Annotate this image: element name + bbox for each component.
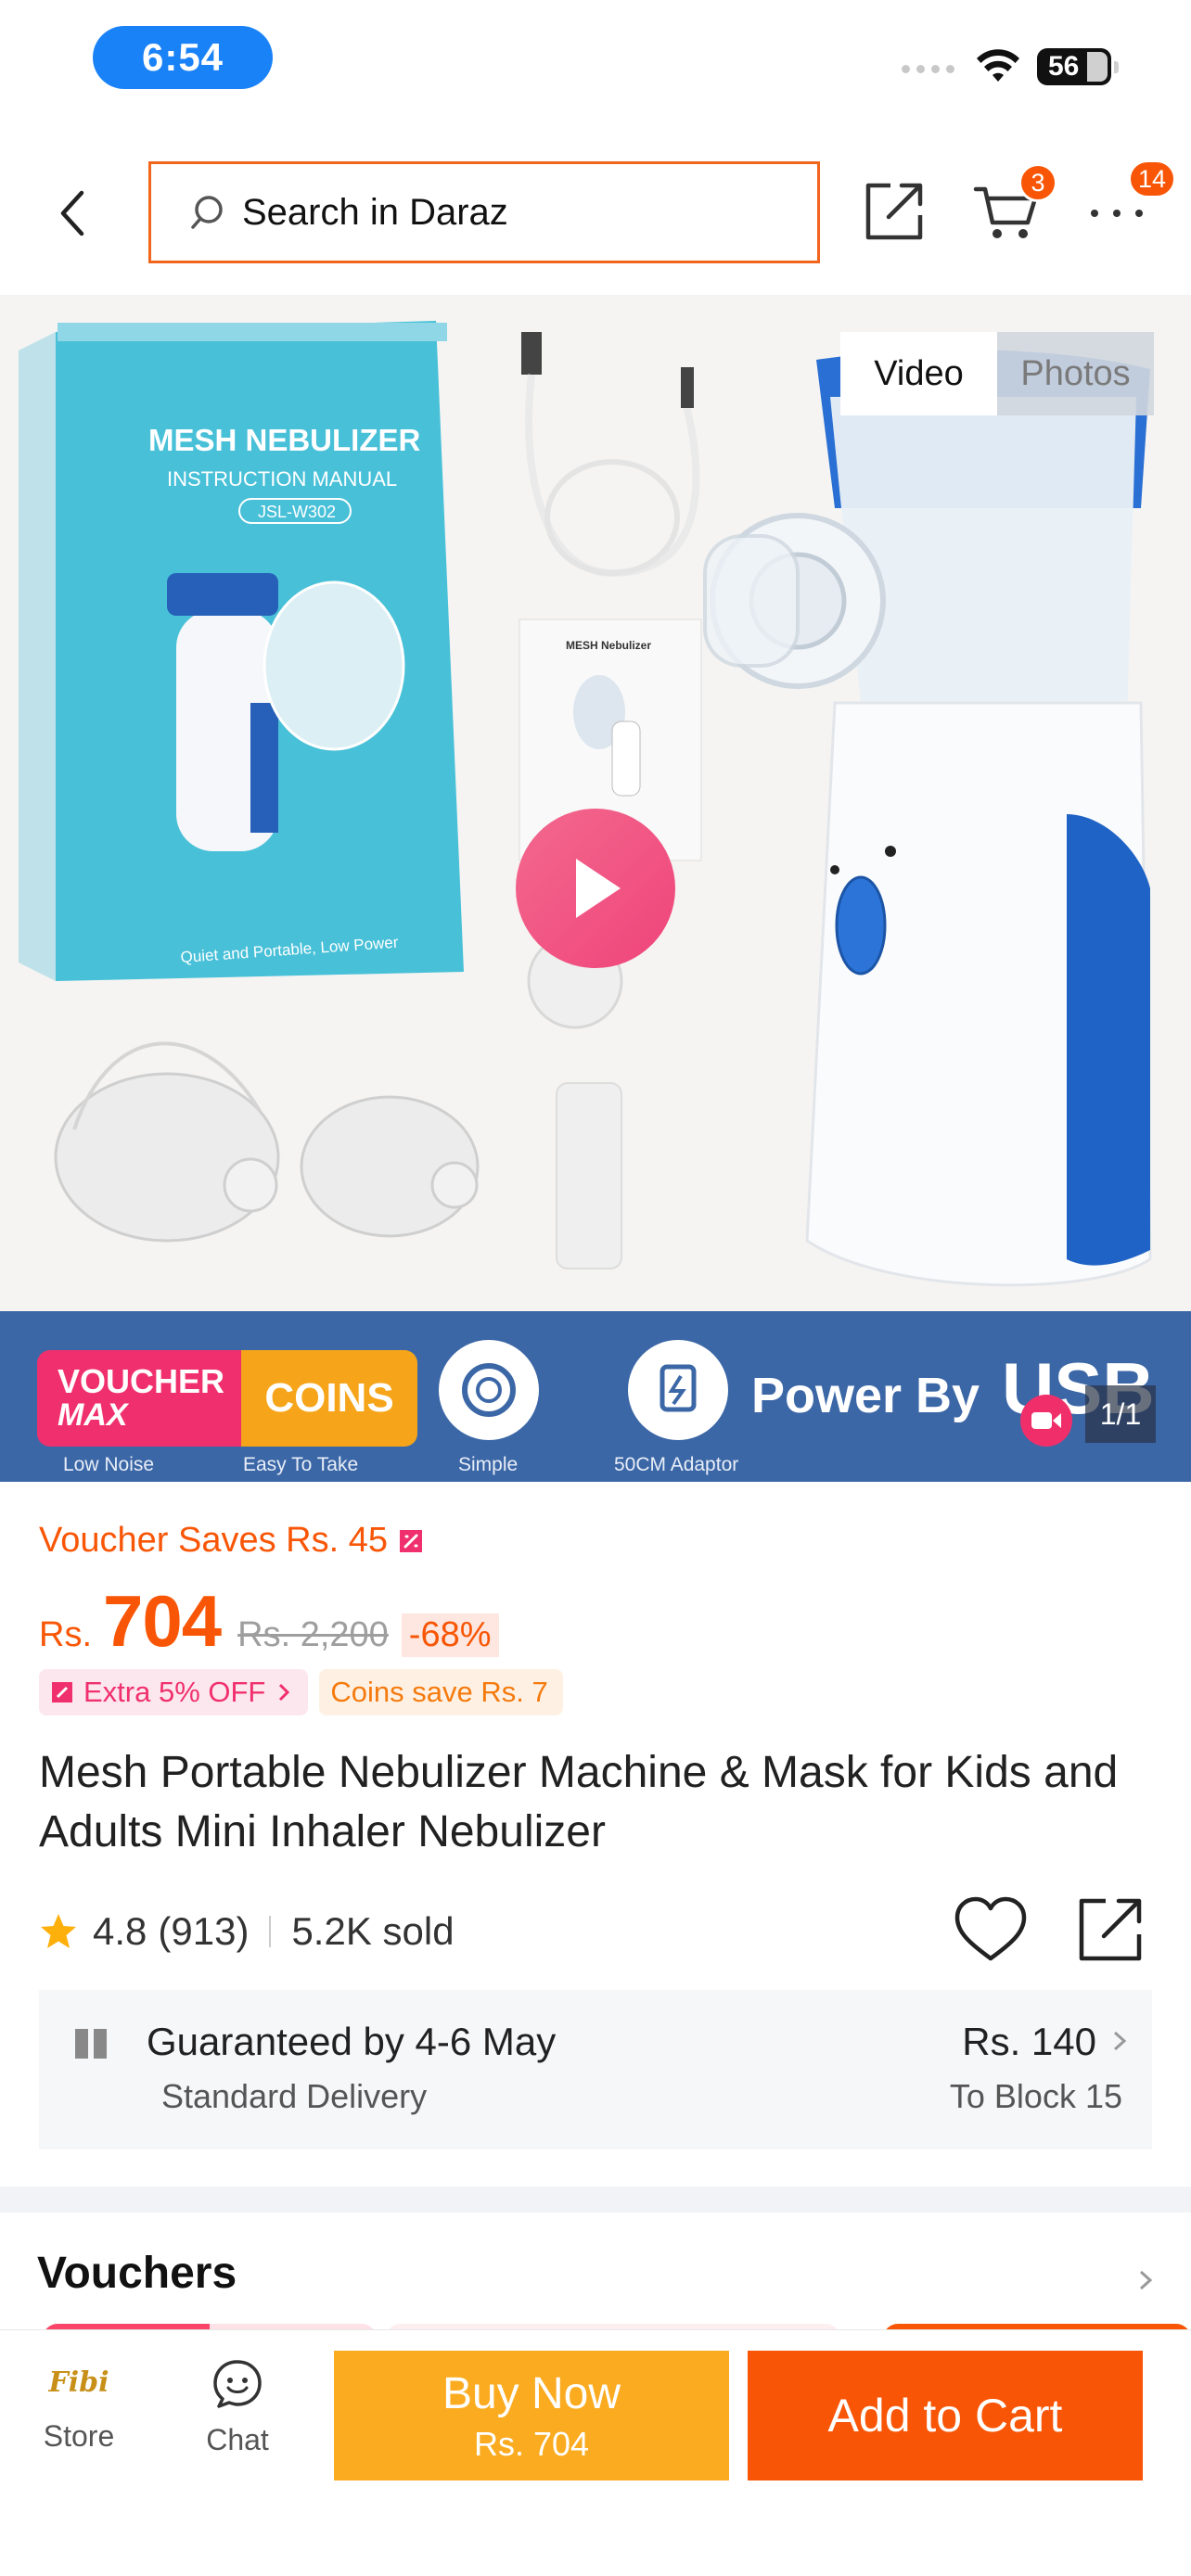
store-label: Store <box>43 2419 115 2453</box>
product-image: MESH NEBULIZER INSTRUCTION MANUAL JSL-W3… <box>19 321 1152 1287</box>
play-video-button[interactable] <box>516 809 675 968</box>
status-time: 6:54 <box>93 26 273 89</box>
badge-max-text: MAX <box>58 1397 128 1434</box>
box-subtitle: INSTRUCTION MANUAL <box>167 467 397 491</box>
star-icon <box>41 1914 76 1948</box>
promo-tags: Extra 5% OFF Coins save Rs. 7 <box>39 1669 1152 1715</box>
rating-value: 4.8 <box>93 1909 147 1953</box>
play-icon <box>576 859 621 918</box>
buy-now-label: Buy Now <box>442 2368 621 2418</box>
battery-icon: 56 <box>1037 48 1119 85</box>
back-icon[interactable] <box>46 184 102 243</box>
more-icon[interactable] <box>1091 202 1143 224</box>
simple-icon <box>439 1340 539 1440</box>
price-amount: 704 <box>103 1580 222 1662</box>
chat-label: Chat <box>206 2423 269 2456</box>
add-to-cart-button[interactable]: Add to Cart <box>748 2351 1143 2480</box>
battery-level: 56 <box>1048 51 1080 82</box>
top-header: 3 14 <box>0 148 1191 278</box>
price-row: Rs. 704 Rs. 2,200 -68% <box>39 1579 1152 1664</box>
price-section: Voucher Saves Rs. 45 Rs. 704 Rs. 2,200 -… <box>39 1521 1152 1715</box>
sold-count: 5.2K sold <box>291 1909 455 1953</box>
divider <box>269 1916 272 1947</box>
tab-photos[interactable]: Photos <box>997 332 1154 415</box>
badge-voucher-text: VOUCHER <box>58 1362 225 1401</box>
chat-icon <box>213 2360 262 2408</box>
section-divider <box>0 2187 1191 2213</box>
feature-strip: VOUCHER MAX COINS Power By USB Low Noise… <box>0 1311 1191 1482</box>
usp-caption: Easy To Take <box>243 1454 359 1475</box>
product-gallery[interactable]: MESH NEBULIZER INSTRUCTION MANUAL JSL-W3… <box>0 295 1191 1313</box>
bottom-action-bar: Fibi Store Chat Buy Now Rs. 704 Add to C… <box>0 2329 1191 2576</box>
messages-count-badge: 14 <box>1128 159 1177 198</box>
tab-video[interactable]: Video <box>840 332 997 415</box>
delivery-destination: To Block 15 <box>949 2077 1122 2115</box>
store-logo: Fibi <box>48 2366 109 2399</box>
wifi-icon <box>977 49 1019 82</box>
search-bar[interactable] <box>148 161 820 263</box>
voucher-icon <box>52 1682 72 1702</box>
voucher-max-coins-badge: VOUCHER MAX COINS <box>37 1350 417 1447</box>
delivery-guarantee: Guaranteed by 4-6 May <box>147 2020 557 2063</box>
coins-save-tag[interactable]: Coins save Rs. 7 <box>319 1669 563 1715</box>
voucher-saves-row[interactable]: Voucher Saves Rs. 45 <box>39 1521 1152 1561</box>
delivery-fee: Rs. 140 <box>962 2020 1096 2063</box>
voucher-icon <box>400 1529 422 1552</box>
media-toggle: Video Photos <box>840 332 1154 415</box>
vouchers-heading: Vouchers <box>37 2249 237 2298</box>
badge-coins-text: COINS <box>241 1350 417 1447</box>
box-model: JSL-W302 <box>258 503 336 521</box>
search-input[interactable] <box>242 191 762 234</box>
chevron-right-icon <box>1113 2031 1127 2051</box>
share-icon[interactable] <box>1074 1892 1148 1966</box>
buy-now-price: Rs. 704 <box>473 2424 590 2463</box>
delivery-card[interactable]: Guaranteed by 4-6 May Standard Delivery … <box>39 1990 1152 2149</box>
price-currency: Rs. <box>39 1615 92 1654</box>
package-icon <box>75 2029 107 2059</box>
status-bar: 6:54 56 <box>0 0 1191 121</box>
chat-button[interactable]: Chat <box>182 2358 293 2469</box>
manual-title: MESH Nebulizer <box>566 639 651 652</box>
discount-badge: -68% <box>401 1613 499 1657</box>
delivery-type: Standard Delivery <box>161 2077 428 2115</box>
power-by-text: Power By <box>751 1368 980 1423</box>
chevron-right-icon[interactable] <box>1132 2266 1159 2294</box>
chevron-right-icon <box>279 1683 290 1702</box>
product-title: Mesh Portable Nebulizer Machine & Mask f… <box>39 1748 1119 1856</box>
image-page-indicator: 1/1 <box>1085 1385 1156 1443</box>
live-video-icon[interactable] <box>1020 1395 1072 1447</box>
extra-off-text: Extra 5% OFF <box>83 1676 266 1708</box>
store-button[interactable]: Fibi Store <box>28 2358 130 2469</box>
usb-plug-icon <box>628 1340 728 1440</box>
usp-caption: Low Noise <box>63 1454 155 1475</box>
cellular-signal-icon <box>902 65 954 73</box>
cart-count-badge: 3 <box>1018 163 1057 202</box>
extra-off-tag[interactable]: Extra 5% OFF <box>39 1669 309 1715</box>
usp-caption: Simple <box>458 1454 519 1475</box>
buy-now-button[interactable]: Buy Now Rs. 704 <box>334 2351 729 2480</box>
box-title: MESH NEBULIZER <box>148 423 421 457</box>
search-icon <box>191 196 223 229</box>
share-icon[interactable] <box>863 178 928 243</box>
usp-caption: 50CM Adaptor <box>614 1454 739 1475</box>
review-count: (913) <box>158 1909 250 1953</box>
voucher-saves-text: Voucher Saves Rs. 45 <box>39 1521 388 1560</box>
original-price: Rs. 2,200 <box>237 1615 389 1654</box>
wishlist-heart-icon[interactable] <box>952 1892 1030 1970</box>
